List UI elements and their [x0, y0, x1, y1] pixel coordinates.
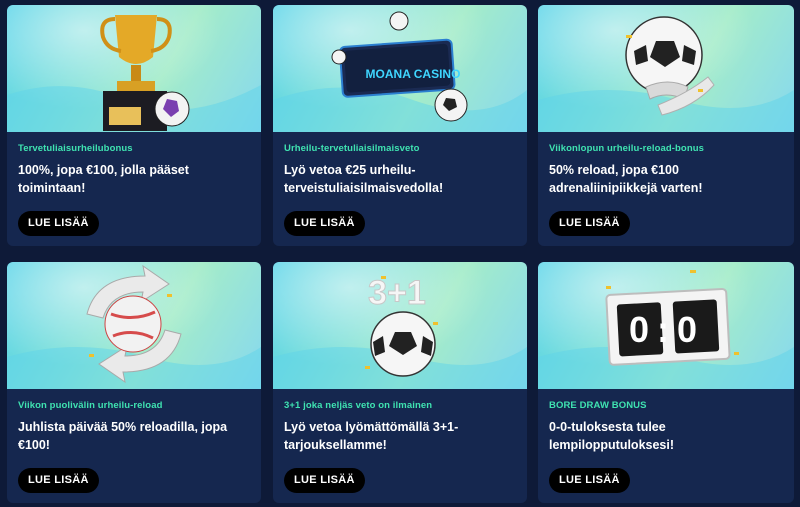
promo-description: Juhlista päivää 50% reloadilla, jopa €10… [18, 420, 228, 452]
football-3-plus-1-image: 3+1 [273, 262, 527, 389]
promo-description: Lyö vetoa lyömättömällä 3+1-tarjouksella… [284, 420, 459, 452]
promo-category: Viikon puolivälin urheilu-reload [18, 400, 163, 411]
read-more-button[interactable]: LUE LISÄÄ [18, 211, 99, 236]
3-plus-1-text: 3+1 [368, 274, 426, 312]
moana-casino-ticket-image: MOANA CASINO [273, 5, 527, 132]
promo-description: 100%, jopa €100, jolla pääset toimintaan… [18, 163, 189, 195]
promo-category: Urheilu-tervetuliaisilmaisveto [284, 143, 420, 154]
promo-category: 3+1 joka neljäs veto on ilmainen [284, 400, 433, 411]
promo-category: BORE DRAW BONUS [549, 400, 647, 411]
promo-card-welcome-sports-bonus: Tervetuliaisurheilubonus 100%, jopa €100… [7, 5, 261, 246]
read-more-button[interactable]: LUE LISÄÄ [284, 211, 365, 236]
scoreboard-image: 0:0 [538, 262, 794, 389]
moana-casino-logo-text: MOANA CASINO [366, 67, 461, 81]
read-more-button[interactable]: LUE LISÄÄ [284, 468, 365, 493]
promo-category: Viikonlopun urheilu-reload-bonus [549, 143, 705, 154]
read-more-button[interactable]: LUE LISÄÄ [549, 211, 630, 236]
promo-card-bore-draw: 0:0 BORE DRAW BONUS 0-0-tuloksesta tulee… [538, 262, 794, 503]
promo-description: 0-0-tuloksesta tulee lempilopputuloksesi… [549, 420, 675, 452]
read-more-button[interactable]: LUE LISÄÄ [18, 468, 99, 493]
promo-card-weekend-reload: Viikonlopun urheilu-reload-bonus 50% rel… [538, 5, 794, 246]
football-reload-image [538, 5, 794, 132]
promo-description: Lyö vetoa €25 urheilu-terveistuliaisilma… [284, 163, 444, 195]
promo-card-free-bet: MOANA CASINO Urheilu-tervetuliaisilmaisv… [273, 5, 527, 246]
promo-description: 50% reload, jopa €100 adrenaliinipiikkej… [549, 163, 703, 195]
scoreboard-score-text: 0:0 [629, 309, 705, 350]
promo-card-midweek-reload: Viikon puolivälin urheilu-reload Juhlist… [7, 262, 261, 503]
trophy-football-image [7, 5, 261, 132]
promo-card-3-plus-1: 3+1 3+1 joka neljäs veto on ilmainen Lyö… [273, 262, 527, 503]
promotions-grid: Tervetuliaisurheilubonus 100%, jopa €100… [0, 0, 800, 507]
promo-category: Tervetuliaisurheilubonus [18, 143, 133, 154]
volleyball-reload-image [7, 262, 261, 389]
read-more-button[interactable]: LUE LISÄÄ [549, 468, 630, 493]
